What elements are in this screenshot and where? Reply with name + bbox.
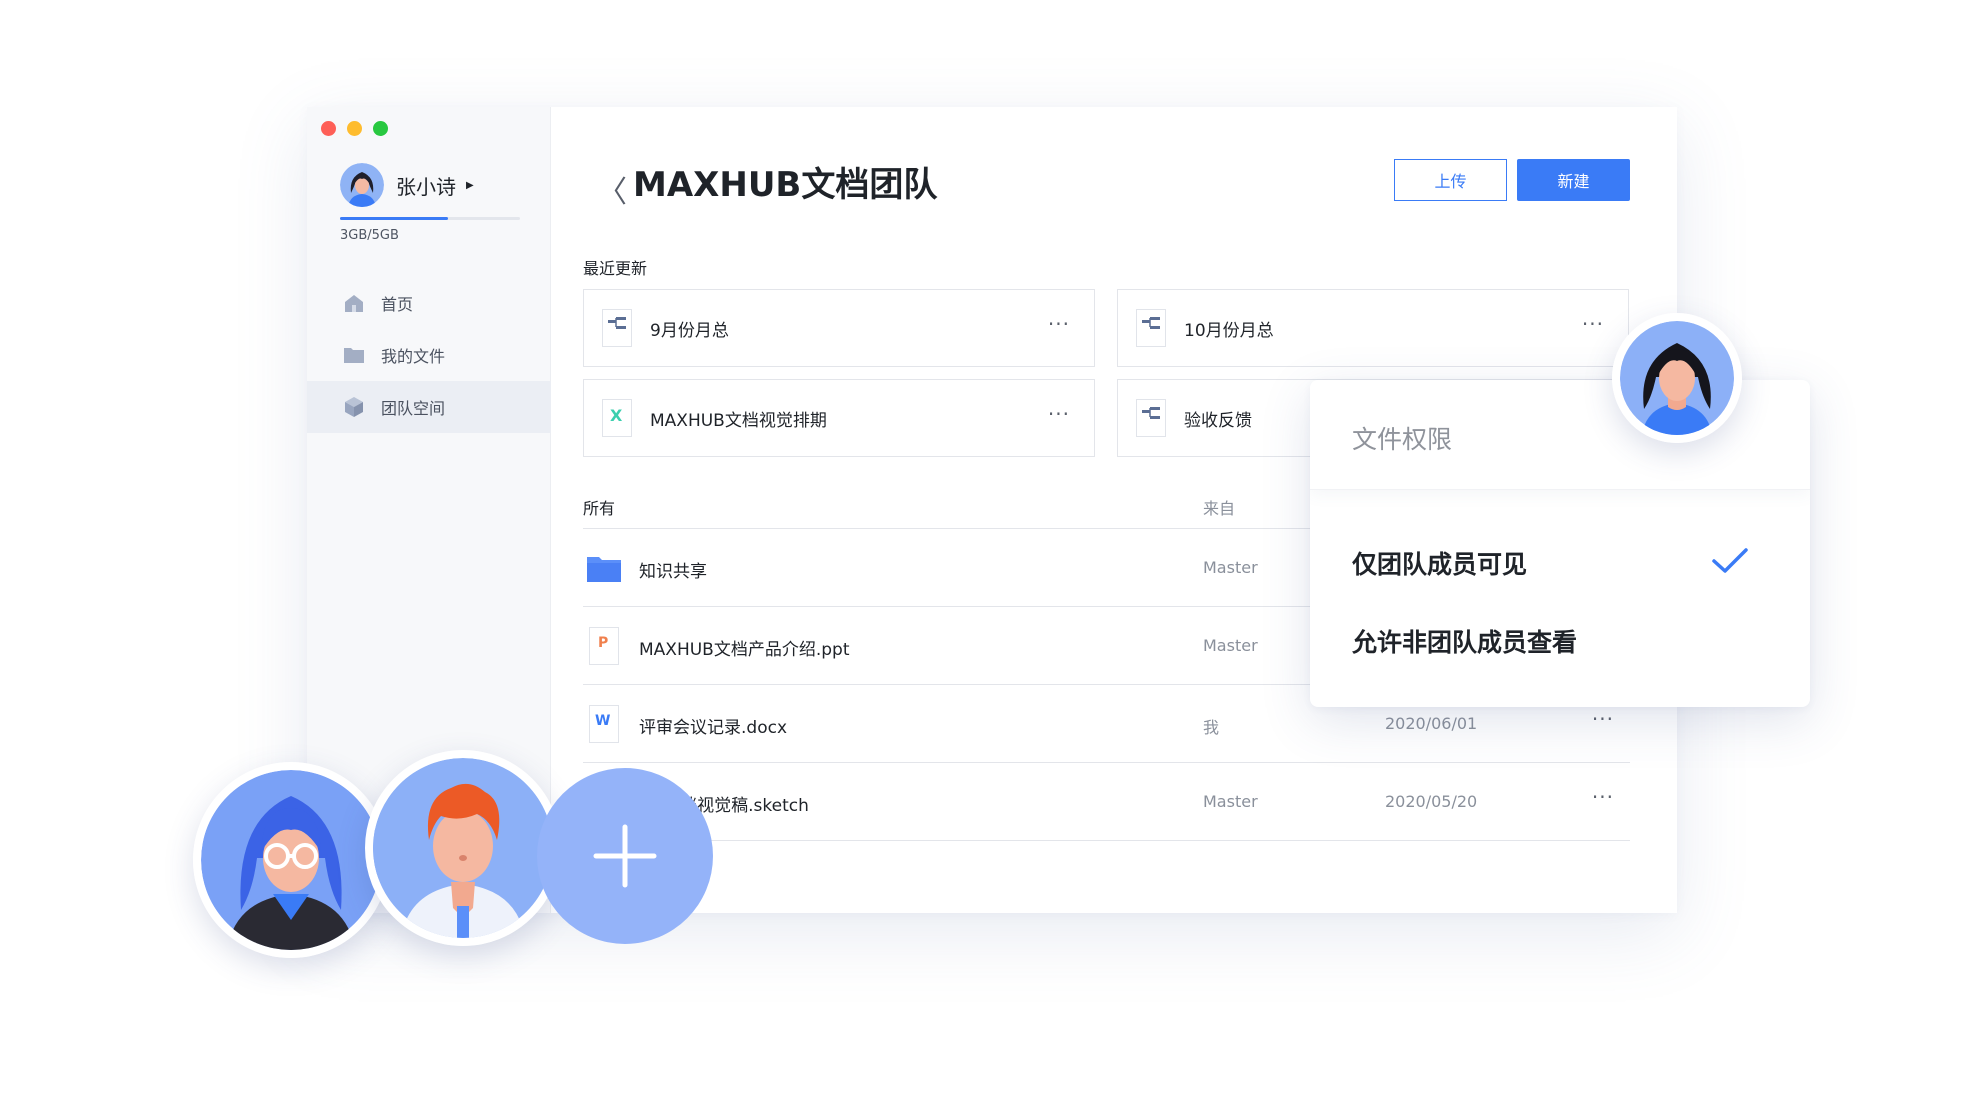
file-from: Master [1203, 636, 1258, 655]
svg-text:W: W [595, 713, 610, 729]
avatar-man-orange-hair-icon [373, 758, 553, 938]
minimize-window-button[interactable] [347, 121, 362, 136]
maximize-window-button[interactable] [373, 121, 388, 136]
file-name: MAXHUB文档产品介绍.ppt [639, 640, 850, 660]
more-options-icon[interactable]: ··· [1582, 312, 1604, 336]
user-profile[interactable]: 张小诗 ▶ [340, 163, 474, 207]
more-options-icon[interactable]: ··· [1048, 312, 1070, 336]
collaborator-avatar [365, 750, 561, 946]
page-title: MAXHUB文档团队 [633, 165, 938, 205]
storage-progress [340, 217, 520, 220]
file-name: 评审会议记录.docx [639, 718, 788, 738]
window-controls [321, 121, 388, 136]
checkmark-icon [1712, 548, 1748, 573]
upload-button[interactable]: 上传 [1394, 159, 1507, 201]
back-chevron-icon[interactable]: 〈 [597, 167, 627, 211]
file-name: 知识共享 [639, 562, 707, 582]
permission-option-allow-non-member[interactable]: 允许非团队成员查看 [1352, 623, 1577, 659]
collaborator-avatar [1612, 313, 1742, 443]
recent-card-name: 9月份月总 [650, 320, 729, 341]
recent-card-name: 10月份月总 [1184, 320, 1274, 341]
mindmap-file-icon [602, 309, 632, 347]
table-row[interactable]: UB文档视觉稿.sketch Master 2020/05/20 ··· [583, 763, 1630, 841]
svg-text:P: P [598, 635, 608, 651]
sidebar-item-home[interactable]: 首页 [307, 277, 551, 329]
recent-section-label: 最近更新 [583, 259, 648, 278]
avatar-woman-black-hair-icon [1620, 321, 1734, 435]
cube-icon [345, 397, 363, 417]
file-permission-popup: 文件权限 仅团队成员可见 允许非团队成员查看 [1310, 380, 1810, 707]
storage-progress-fill [340, 217, 448, 220]
add-collaborator-button[interactable] [537, 768, 713, 944]
excel-file-icon: X [602, 399, 632, 437]
mindmap-file-icon [1136, 399, 1166, 437]
more-options-icon[interactable]: ··· [1592, 785, 1614, 809]
sidebar-nav: 首页 我的文件 团队空间 [307, 277, 551, 433]
home-icon [345, 295, 363, 312]
word-file-icon: W [589, 705, 619, 743]
column-header-from: 来自 [1203, 499, 1236, 518]
avatar-woman-icon [340, 163, 384, 207]
more-options-icon[interactable]: ··· [1048, 402, 1070, 426]
file-date: 2020/05/20 [1385, 792, 1478, 811]
user-avatar [340, 163, 384, 207]
recent-card-name: MAXHUB文档视觉排期 [650, 410, 827, 431]
recent-card-name: 验收反馈 [1184, 410, 1252, 431]
folder-icon [344, 348, 364, 363]
permission-option-team-only[interactable]: 仅团队成员可见 [1352, 545, 1527, 581]
caret-right-icon: ▶ [466, 179, 474, 191]
svg-text:X: X [610, 406, 623, 425]
folder-blue-icon [587, 557, 621, 582]
user-name: 张小诗 [396, 174, 456, 199]
more-options-icon[interactable]: ··· [1592, 707, 1614, 731]
sidebar-item-team-space[interactable]: 团队空间 [307, 381, 551, 433]
mindmap-file-icon [1136, 309, 1166, 347]
collaborator-avatar [193, 762, 389, 958]
avatar-woman-glasses-icon [201, 770, 381, 950]
file-date: 2020/06/01 [1385, 714, 1478, 733]
storage-text: 3GB/5GB [340, 228, 399, 243]
ppt-file-icon: P [589, 627, 619, 665]
file-from: Master [1203, 558, 1258, 577]
file-from: 我 [1203, 718, 1220, 737]
sidebar-item-label: 首页 [381, 295, 414, 314]
recent-card[interactable]: X MAXHUB文档视觉排期 ··· [583, 379, 1095, 457]
sidebar-item-label: 团队空间 [381, 399, 446, 418]
popup-title: 文件权限 [1352, 425, 1453, 454]
new-button[interactable]: 新建 [1517, 159, 1630, 201]
close-window-button[interactable] [321, 121, 336, 136]
plus-icon [593, 824, 657, 888]
sidebar-item-label: 我的文件 [381, 347, 446, 366]
recent-card[interactable]: 10月份月总 ··· [1117, 289, 1629, 367]
sidebar-item-my-files[interactable]: 我的文件 [307, 329, 551, 381]
column-header-all: 所有 [583, 499, 616, 518]
recent-card[interactable]: 9月份月总 ··· [583, 289, 1095, 367]
file-from: Master [1203, 792, 1258, 811]
